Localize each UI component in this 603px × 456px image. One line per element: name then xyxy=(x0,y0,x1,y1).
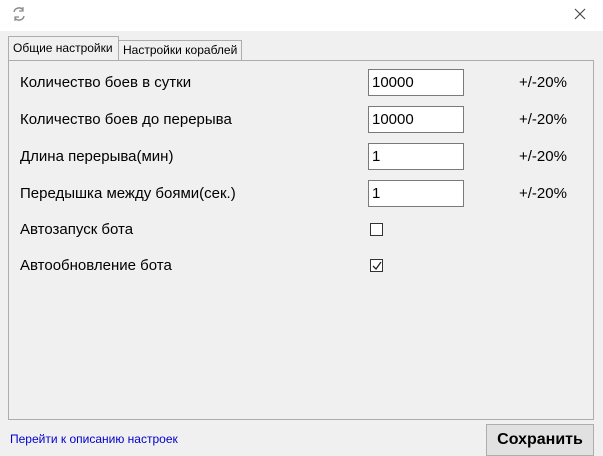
autostart-checkbox[interactable] xyxy=(370,223,383,236)
checkmark-icon xyxy=(372,261,382,271)
pause-between-battles-range: +/-20% xyxy=(519,185,567,202)
pause-between-battles-label: Передышка между боями(сек.) xyxy=(20,185,236,202)
settings-description-link[interactable]: Перейти к описанию настроек xyxy=(10,432,178,446)
battles-before-break-input[interactable]: 10000 xyxy=(368,106,464,133)
break-length-input[interactable]: 1 xyxy=(368,143,464,170)
battles-per-day-range: +/-20% xyxy=(519,74,567,91)
break-length-range: +/-20% xyxy=(519,148,567,165)
refresh-icon xyxy=(10,5,28,23)
break-length-label: Длина перерыва(мин) xyxy=(20,148,174,165)
tab-ship-settings[interactable]: Настройки кораблей xyxy=(118,40,242,60)
autoupdate-checkbox[interactable] xyxy=(370,259,383,272)
battles-per-day-input[interactable]: 10000 xyxy=(368,69,464,96)
tab-general-settings[interactable]: Общие настройки xyxy=(8,36,119,60)
battles-per-day-label: Количество боев в сутки xyxy=(20,74,192,91)
pause-between-battles-input[interactable]: 1 xyxy=(368,180,464,207)
battles-before-break-label: Количество боев до перерыва xyxy=(20,111,232,128)
save-button[interactable]: Сохранить xyxy=(486,424,594,456)
title-bar xyxy=(0,0,603,31)
close-icon xyxy=(574,7,586,25)
autostart-label: Автозапуск бота xyxy=(20,221,134,238)
tab-bar: Общие настройки Настройки кораблей xyxy=(0,36,603,61)
autoupdate-label: Автообновление бота xyxy=(20,257,172,274)
battles-before-break-range: +/-20% xyxy=(519,111,567,128)
close-button[interactable] xyxy=(557,0,603,31)
